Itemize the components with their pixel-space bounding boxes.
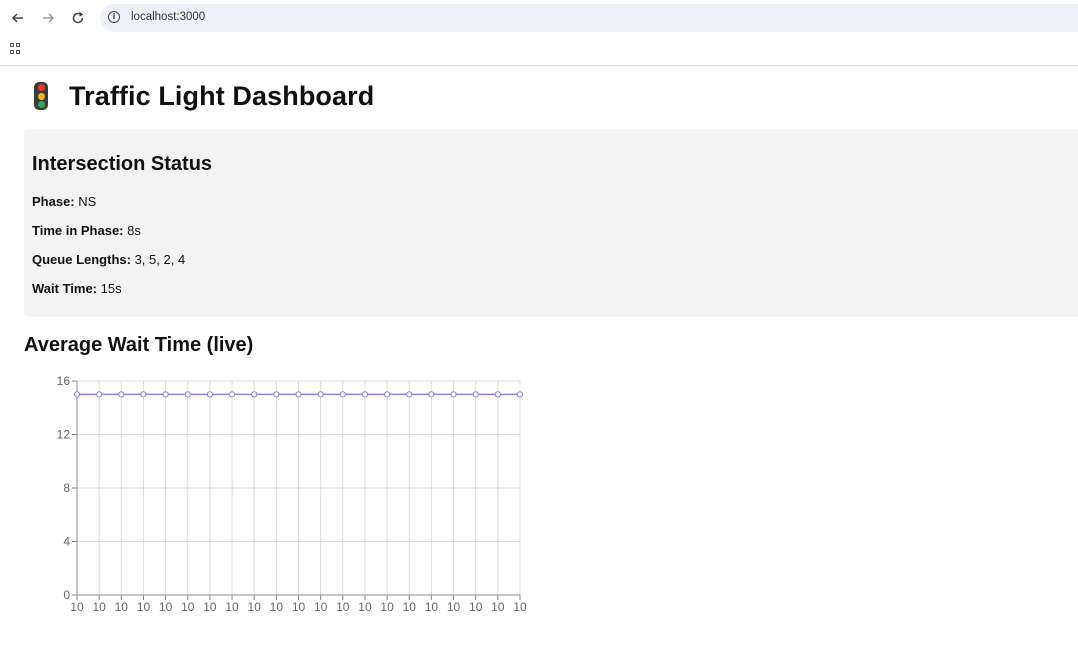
intersection-status-panel: Intersection Status Phase: NS Time in Ph… (24, 129, 1078, 317)
data-point (206, 391, 213, 398)
data-point (228, 391, 236, 398)
y-tick-label: 12 (57, 428, 71, 442)
x-tick-label: 10 (513, 600, 527, 614)
reload-icon[interactable] (69, 9, 87, 27)
x-tick-label: 10 (70, 600, 84, 614)
y-tick-label: 4 (63, 535, 70, 549)
data-point (118, 391, 125, 398)
x-tick-label: 10 (425, 600, 439, 614)
status-wait-time: Wait Time: 15s (32, 281, 122, 296)
status-value: 3, 5, 2, 4 (134, 252, 186, 267)
x-tick-label: 10 (469, 600, 483, 614)
data-point (295, 391, 302, 398)
x-tick-label: 10 (181, 600, 195, 614)
data-point (428, 391, 435, 398)
x-tick-label: 10 (203, 600, 217, 614)
traffic-light-icon (34, 82, 48, 110)
x-tick-label: 10 (115, 600, 129, 614)
status-phase: Phase: NS (32, 194, 96, 209)
browser-toolbar: i localhost:3000 (0, 0, 1078, 36)
data-point (140, 391, 147, 398)
y-tick-label: 0 (63, 588, 70, 602)
x-tick-label: 10 (270, 600, 284, 614)
status-label: Queue Lengths: (32, 252, 131, 267)
x-tick-label: 10 (225, 600, 239, 614)
data-point (273, 391, 280, 398)
data-point (406, 391, 413, 398)
status-value: 8s (127, 223, 141, 238)
x-tick-label: 10 (248, 600, 262, 614)
status-time-in-phase: Time in Phase: 8s (32, 223, 141, 238)
data-point (516, 391, 524, 398)
page-title: Traffic Light Dashboard (69, 80, 375, 111)
status-label: Time in Phase: (32, 223, 124, 238)
x-tick-label: 10 (358, 600, 372, 614)
data-point (361, 391, 369, 398)
url-text[interactable]: localhost:3000 (131, 11, 205, 23)
x-tick-label: 10 (447, 600, 461, 614)
status-value: NS (78, 194, 97, 209)
data-point (472, 391, 479, 398)
status-heading: Intersection Status (32, 153, 213, 175)
data-point (494, 391, 501, 398)
x-tick-label: 10 (159, 600, 173, 614)
y-tick-label: 16 (57, 374, 71, 388)
x-tick-label: 10 (336, 600, 350, 614)
data-point (251, 391, 258, 398)
y-tick-label: 8 (63, 481, 70, 495)
x-tick-label: 10 (314, 600, 328, 614)
data-point (317, 391, 324, 398)
data-point (339, 391, 346, 398)
x-tick-label: 10 (92, 600, 106, 614)
data-point (184, 391, 191, 398)
x-tick-label: 10 (403, 600, 417, 614)
status-value: 15s (100, 281, 122, 296)
info-icon[interactable]: i (108, 11, 120, 23)
line-chart: 0 4 8 12 16 10 10 10 10 10 10 10 10 10 10 10 10 10 10 10 10 1… (57, 374, 527, 614)
data-point (96, 391, 103, 398)
status-label: Phase: (32, 194, 75, 209)
page-header: Traffic Light Dashboard (32, 78, 374, 114)
chart-title: Average Wait Time (live) (24, 334, 254, 356)
arrow-right-icon[interactable] (39, 9, 57, 27)
status-label: Wait Time: (32, 281, 98, 296)
apps-grid-icon[interactable] (10, 43, 21, 54)
data-point (73, 391, 81, 398)
data-point (384, 391, 391, 398)
x-tick-label: 10 (292, 600, 306, 614)
address-bar[interactable]: i localhost:3000 (100, 4, 1078, 32)
x-tick-label: 10 (380, 600, 394, 614)
wait-time-chart: 0 4 8 12 16 10 10 10 10 10 10 10 10 10 10 10 10 10 10 10 10 1… (0, 360, 560, 630)
x-tick-label: 10 (491, 600, 505, 614)
data-point (450, 391, 457, 398)
bookmarks-bar (0, 36, 1078, 66)
data-point (162, 391, 169, 398)
arrow-left-icon[interactable] (9, 9, 27, 27)
status-queue-lengths: Queue Lengths: 3, 5, 2, 4 (32, 252, 185, 267)
x-tick-label: 10 (137, 600, 151, 614)
